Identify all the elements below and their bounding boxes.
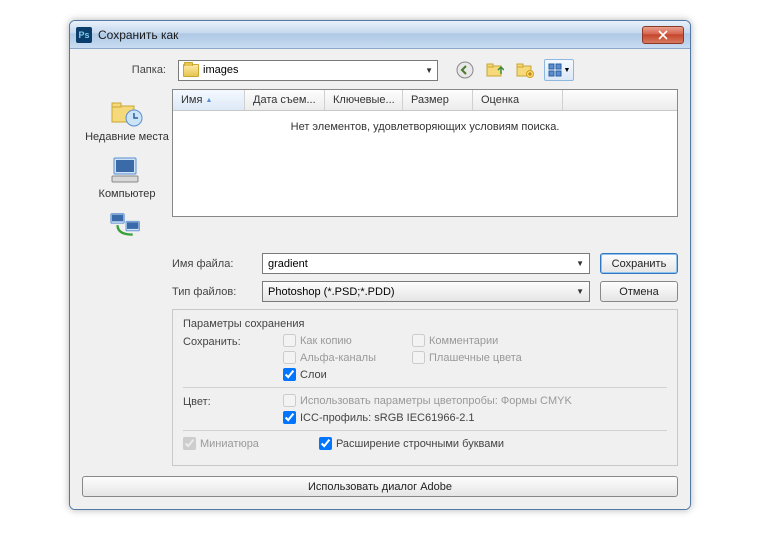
photoshop-app-icon: Ps — [76, 27, 92, 43]
folder-value: images — [203, 64, 421, 76]
folder-up-icon — [486, 62, 504, 78]
column-rating[interactable]: Оценка — [473, 90, 563, 110]
bottom-button-row: Использовать диалог Adobe — [82, 476, 678, 497]
filename-label: Имя файла: — [172, 258, 252, 270]
separator — [183, 430, 667, 431]
view-menu-button[interactable]: ▼ — [544, 59, 574, 81]
icc-profile-checkbox[interactable]: ICC-профиль: sRGB IEC61966-2.1 — [283, 411, 572, 424]
sidebar-computer-label: Компьютер — [99, 188, 156, 201]
new-folder-button[interactable] — [514, 59, 536, 81]
separator — [183, 387, 667, 388]
file-list[interactable]: Имя ▲ Дата съем... Ключевые... Размер Оц… — [172, 89, 678, 217]
dialog-body: Папка: images ▼ ▼ — [70, 49, 690, 509]
column-headers: Имя ▲ Дата съем... Ключевые... Размер Оц… — [173, 90, 677, 111]
chevron-down-icon: ▼ — [576, 287, 584, 296]
sidebar-item-network[interactable] — [109, 211, 145, 243]
as-copy-checkbox[interactable]: Как копию — [283, 334, 376, 347]
empty-list-message: Нет элементов, удовлетворяющих условиям … — [173, 111, 677, 143]
alpha-checkbox[interactable]: Альфа-каналы — [283, 351, 376, 364]
use-proof-checkbox[interactable]: Использовать параметры цветопробы: Формы… — [283, 394, 572, 407]
main-area: Недавние места Компьютер Имя ▲ — [82, 89, 678, 243]
close-icon — [658, 30, 668, 40]
computer-icon — [109, 154, 145, 186]
new-folder-icon — [516, 62, 534, 78]
chevron-down-icon: ▼ — [425, 66, 433, 75]
lowercase-ext-checkbox[interactable]: Расширение строчными буквами — [319, 437, 504, 450]
titlebar-text: Сохранить как — [98, 28, 642, 42]
filetype-row: Тип файлов: Photoshop (*.PSD;*.PDD) ▼ От… — [172, 281, 678, 302]
color-options-label: Цвет: — [183, 394, 283, 424]
cancel-button[interactable]: Отмена — [600, 281, 678, 302]
spot-checkbox[interactable]: Плашечные цвета — [412, 351, 522, 364]
column-keywords[interactable]: Ключевые... — [325, 90, 403, 110]
folder-label: Папка: — [82, 64, 172, 76]
column-date[interactable]: Дата съем... — [245, 90, 325, 110]
folder-row: Папка: images ▼ ▼ — [82, 59, 678, 81]
up-button[interactable] — [484, 59, 506, 81]
misc-options-row: Миниатюра Расширение строчными буквами — [183, 437, 667, 450]
save-options-row: Сохранить: Как копию Альфа-каналы Слои К… — [183, 334, 667, 381]
sort-asc-icon: ▲ — [205, 97, 212, 104]
view-icon — [548, 63, 562, 77]
filename-row: Имя файла: gradient ▼ Сохранить — [172, 253, 678, 274]
params-heading: Параметры сохранения — [183, 318, 667, 330]
folder-combo[interactable]: images ▼ — [178, 60, 438, 81]
column-spacer — [563, 90, 677, 110]
back-button[interactable] — [454, 59, 476, 81]
places-sidebar: Недавние места Компьютер — [82, 89, 172, 243]
sidebar-recent-label: Недавние места — [85, 131, 169, 144]
filename-input[interactable]: gradient ▼ — [262, 253, 590, 274]
save-as-dialog: Ps Сохранить как Папка: images ▼ — [69, 20, 691, 510]
close-button[interactable] — [642, 26, 684, 44]
chevron-down-icon: ▼ — [576, 259, 584, 268]
column-name[interactable]: Имя ▲ — [173, 90, 245, 110]
recent-places-icon — [109, 97, 145, 129]
chevron-down-icon: ▼ — [564, 67, 571, 74]
folder-icon — [183, 64, 199, 77]
save-options-label: Сохранить: — [183, 334, 283, 381]
filetype-combo[interactable]: Photoshop (*.PSD;*.PDD) ▼ — [262, 281, 590, 302]
save-button[interactable]: Сохранить — [600, 253, 678, 274]
layers-checkbox[interactable]: Слои — [283, 368, 376, 381]
thumbnail-checkbox[interactable]: Миниатюра — [183, 437, 259, 450]
comments-checkbox[interactable]: Комментарии — [412, 334, 522, 347]
sidebar-item-computer[interactable]: Компьютер — [99, 154, 156, 201]
filename-value: gradient — [268, 258, 576, 270]
save-params-panel: Параметры сохранения Сохранить: Как копи… — [172, 309, 678, 466]
filetype-value: Photoshop (*.PSD;*.PDD) — [268, 286, 576, 298]
network-icon — [109, 211, 145, 243]
sidebar-item-recent[interactable]: Недавние места — [85, 97, 169, 144]
use-adobe-dialog-button[interactable]: Использовать диалог Adobe — [82, 476, 678, 497]
titlebar: Ps Сохранить как — [70, 21, 690, 49]
nav-icons: ▼ — [454, 59, 574, 81]
column-size[interactable]: Размер — [403, 90, 473, 110]
filetype-label: Тип файлов: — [172, 286, 252, 298]
color-options-row: Цвет: Использовать параметры цветопробы:… — [183, 394, 667, 424]
form-rows: Имя файла: gradient ▼ Сохранить Тип файл… — [172, 253, 678, 302]
back-arrow-icon — [456, 61, 474, 79]
